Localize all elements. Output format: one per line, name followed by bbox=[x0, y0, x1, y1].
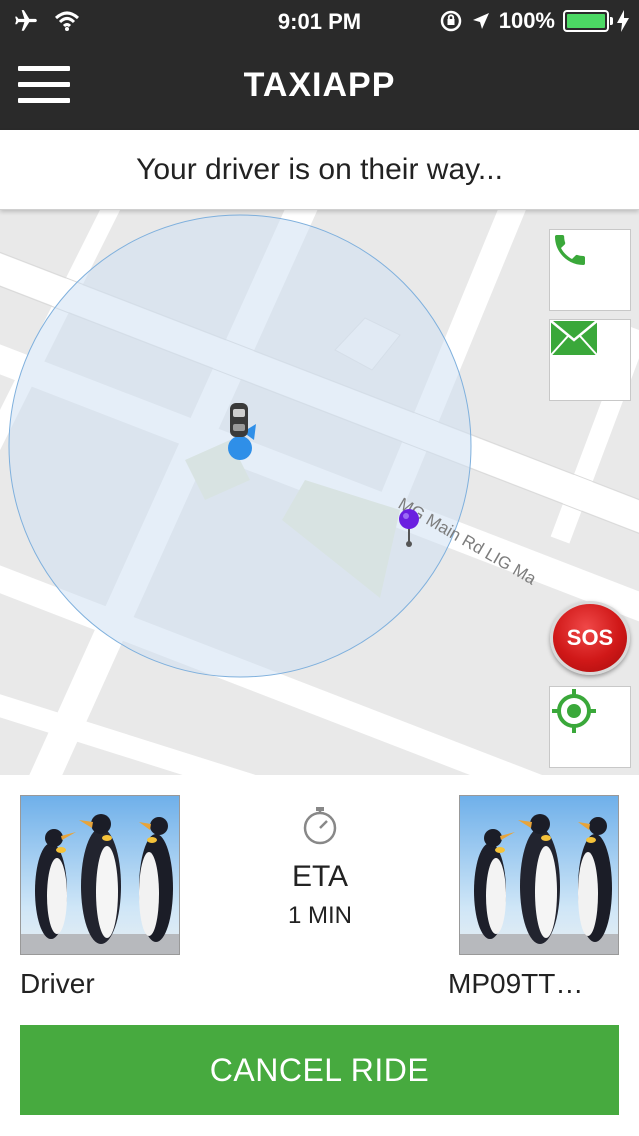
ride-status-message: Your driver is on their way... bbox=[136, 152, 503, 186]
eta-label: ETA bbox=[291, 860, 349, 893]
app-header: TAXIAPP bbox=[0, 44, 639, 130]
user-location-dot bbox=[228, 436, 252, 460]
envelope-icon bbox=[550, 320, 598, 356]
map-view[interactable]: MG Main Rd LIG Ma bbox=[0, 210, 639, 775]
vehicle-plate: MP09TT… bbox=[448, 968, 584, 999]
battery-icon bbox=[563, 10, 613, 32]
trip-info-panel: ETA 1 MIN Driver MP09TT… CANCEL RIDE bbox=[0, 775, 639, 1136]
driver-label: Driver bbox=[20, 968, 95, 999]
vehicle-photo[interactable] bbox=[459, 795, 619, 955]
crosshair-icon bbox=[552, 689, 596, 733]
battery-fill bbox=[567, 14, 605, 28]
sos-label: SOS bbox=[566, 625, 614, 650]
ride-status-banner: Your driver is on their way... bbox=[0, 130, 639, 210]
map-canvas[interactable]: MG Main Rd LIG Ma bbox=[0, 210, 639, 775]
eta-block: ETA 1 MIN bbox=[240, 805, 400, 930]
app-title: TAXIAPP bbox=[243, 66, 396, 104]
driver-photo[interactable] bbox=[20, 795, 180, 955]
charging-icon bbox=[617, 10, 629, 32]
call-driver-button[interactable] bbox=[549, 229, 631, 311]
orientation-lock-icon bbox=[440, 10, 461, 32]
recenter-location-button[interactable] bbox=[549, 686, 631, 768]
sos-button[interactable]: SOS bbox=[550, 601, 630, 675]
cancel-ride-button[interactable]: CANCEL RIDE bbox=[20, 1025, 619, 1115]
status-bar: 9:01 PM 100% bbox=[0, 0, 639, 44]
message-driver-button[interactable] bbox=[549, 319, 631, 401]
battery-percent: 100% bbox=[498, 8, 555, 33]
location-arrow-icon bbox=[472, 13, 489, 29]
status-right: 100% bbox=[439, 8, 629, 34]
eta-value: 1 MIN bbox=[287, 902, 352, 929]
stopwatch-icon bbox=[303, 807, 337, 845]
car-icon bbox=[230, 403, 248, 437]
phone-icon bbox=[555, 235, 585, 265]
